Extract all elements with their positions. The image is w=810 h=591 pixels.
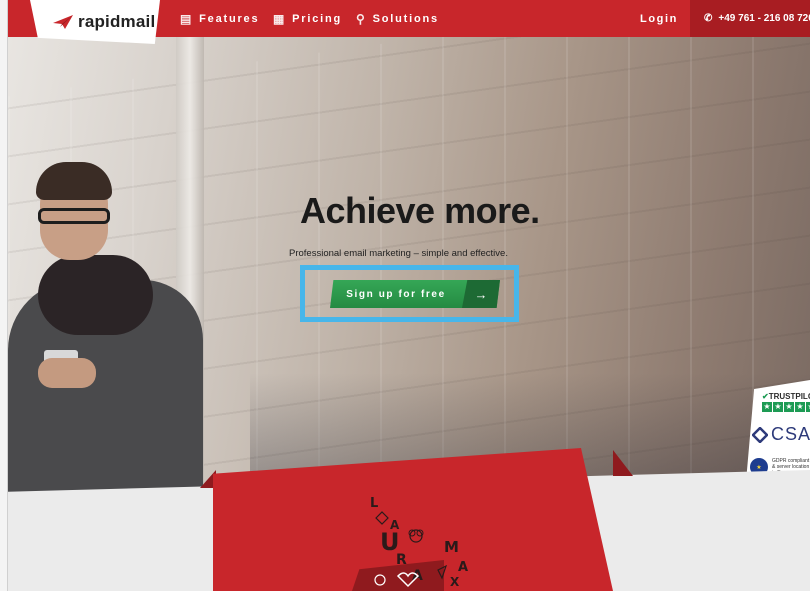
calculator-icon: ▦ <box>273 11 287 26</box>
nav-features[interactable]: ▤ Features <box>180 0 259 37</box>
star-icon: ★ <box>806 402 810 412</box>
star-icon: ★ <box>784 402 794 412</box>
page: rapidmail ▤ Features ▦ Pricing ⚲ Solutio… <box>0 0 810 591</box>
signup-button[interactable]: Sign up for free → <box>330 280 500 308</box>
signup-button-label: Sign up for free <box>346 288 446 300</box>
clipboard-icon: ▤ <box>180 11 194 26</box>
star-icon: ★ <box>762 402 772 412</box>
hero-person-image <box>8 160 208 493</box>
trustpilot-text: TRUSTPILOT <box>768 392 810 401</box>
phone-number: +49 761 - 216 08 720 <box>718 13 810 24</box>
login-link[interactable]: Login <box>640 0 678 37</box>
bulb-icon: ⚲ <box>356 11 367 26</box>
csa-badge[interactable]: CSA <box>752 424 810 445</box>
logo-text: rapidmail <box>78 12 156 31</box>
nav-pricing-label: Pricing <box>292 12 343 25</box>
phone-link[interactable]: ✆ +49 761 - 216 08 720 <box>690 0 810 37</box>
trustpilot-stars: ★ ★ ★ ★ ★ <box>762 402 810 412</box>
hero-subline: Professional email marketing – simple an… <box>289 248 508 259</box>
nav-solutions[interactable]: ⚲ Solutions <box>356 0 439 37</box>
star-icon: ★ <box>795 402 805 412</box>
trustpilot-icon: ✔ <box>762 392 769 401</box>
hero-headline: Achieve more. <box>300 190 540 231</box>
phone-icon: ✆ <box>704 13 713 24</box>
browser-left-edge <box>0 0 8 591</box>
nav-pricing[interactable]: ▦ Pricing <box>273 0 342 37</box>
nav-solutions-label: Solutions <box>372 12 439 25</box>
arrow-right-icon: → <box>462 280 500 308</box>
star-icon: ★ <box>773 402 783 412</box>
paper-plane-icon <box>53 15 73 29</box>
csa-text: CSA <box>771 424 810 444</box>
logo[interactable]: rapidmail <box>30 0 160 44</box>
nav-features-label: Features <box>199 12 260 25</box>
csa-diamond-icon <box>752 426 768 443</box>
illustration-doodles <box>374 511 448 588</box>
trustpilot-label[interactable]: ✔TRUSTPILOT <box>762 392 810 401</box>
